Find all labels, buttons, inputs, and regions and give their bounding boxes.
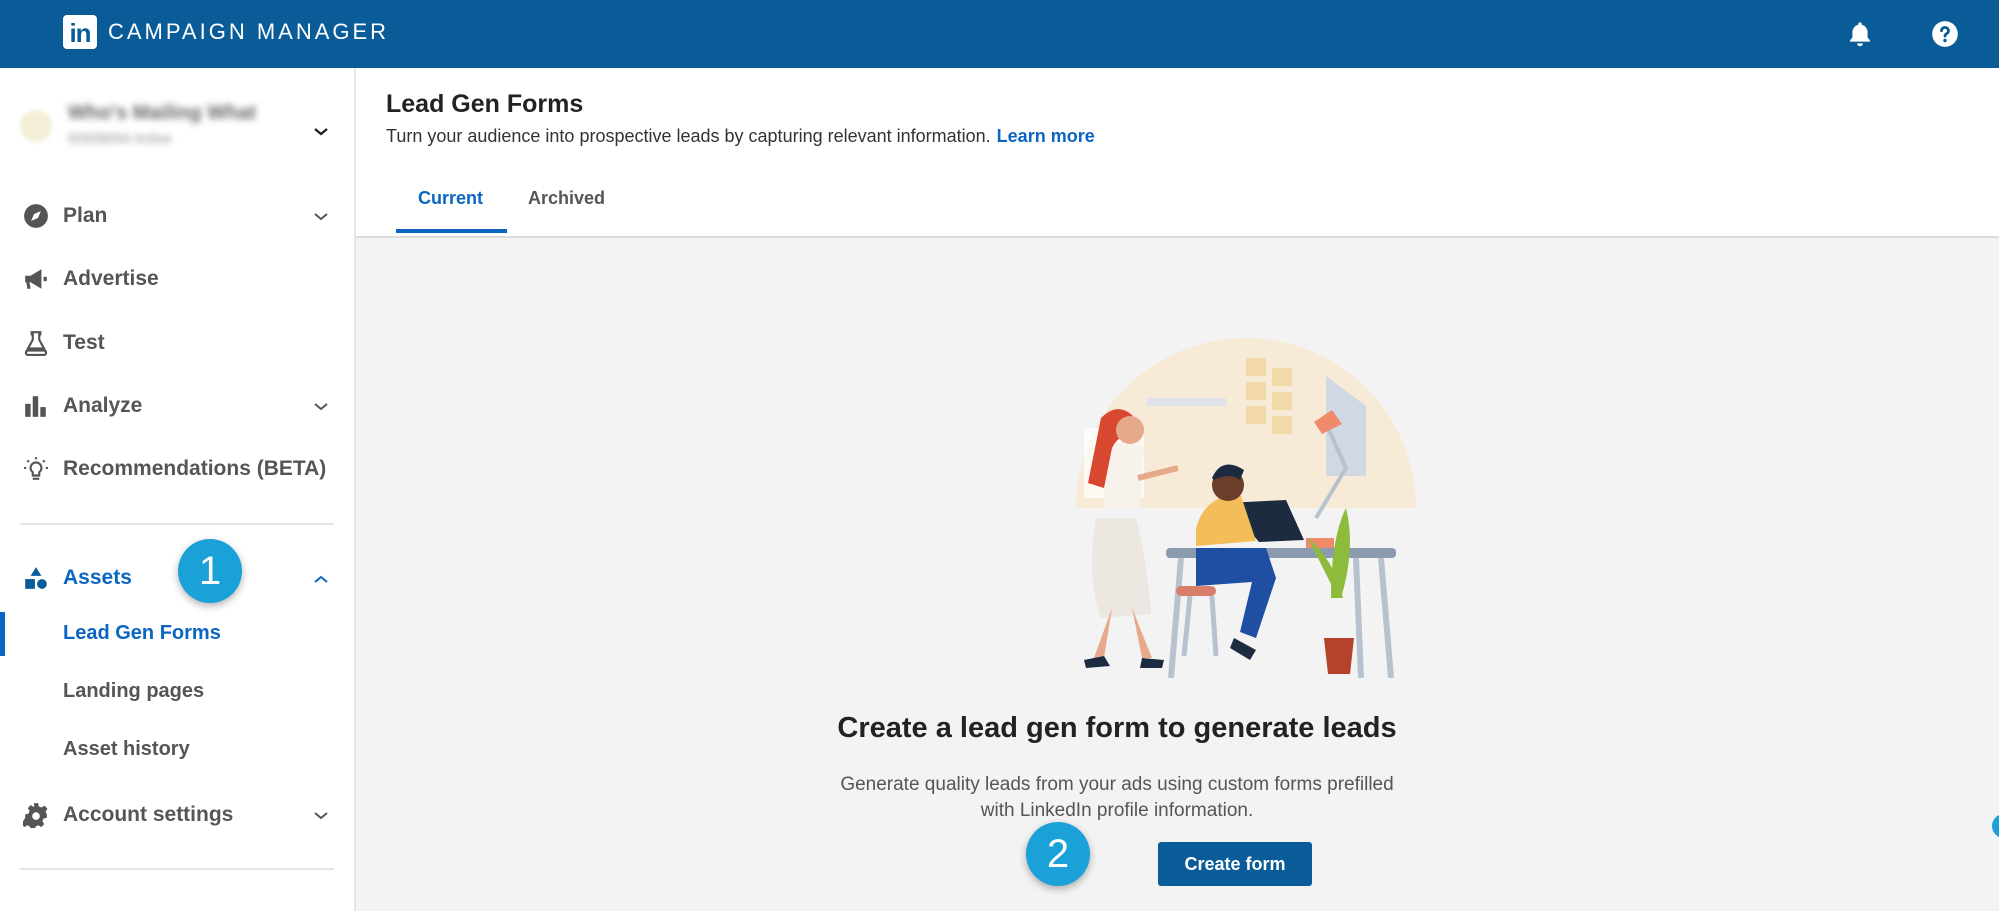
sidebar-item-label: Test <box>63 331 105 354</box>
bar-chart-icon <box>22 392 50 420</box>
page-title: Lead Gen Forms <box>386 90 584 118</box>
page-header: Lead Gen Forms Turn your audience into p… <box>356 68 1999 238</box>
tab-current[interactable]: Current <box>418 188 483 209</box>
step-badge-1: 1 <box>178 539 242 603</box>
bell-icon[interactable] <box>1840 14 1880 54</box>
chevron-down-icon[interactable] <box>314 400 328 414</box>
sidebar-item-test[interactable]: Test <box>0 323 352 363</box>
empty-state-panel: Create a lead gen form to generate leads… <box>356 238 1999 911</box>
empty-state-title: Create a lead gen form to generate leads <box>837 712 1397 744</box>
sidebar-item-label: Plan <box>63 204 108 227</box>
page-subtitle-text: Turn your audience into prospective lead… <box>386 126 991 146</box>
megaphone-icon <box>22 265 50 293</box>
step-badge-2: 2 <box>1026 822 1090 886</box>
gear-icon <box>22 801 50 829</box>
chevron-down-icon[interactable] <box>314 125 328 139</box>
help-icon[interactable] <box>1925 14 1965 54</box>
sidebar-divider <box>20 523 334 525</box>
app-title: CAMPAIGN MANAGER <box>108 19 390 44</box>
flask-icon <box>22 329 50 357</box>
shapes-icon <box>22 564 50 592</box>
sidebar-subitem-landing-pages[interactable]: Landing pages <box>0 670 352 714</box>
account-subtitle: 50939054 Active <box>68 130 172 146</box>
people-at-desk-illustration <box>1076 338 1416 678</box>
chat-bubble-icon[interactable] <box>1992 814 1999 838</box>
account-name: Who's Mailing What <box>68 102 257 124</box>
sidebar-item-advertise[interactable]: Advertise <box>0 259 352 299</box>
page-subtitle: Turn your audience into prospective lead… <box>386 126 1095 147</box>
sidebar-subitem-label: Lead Gen Forms <box>63 622 221 644</box>
sidebar: Who's Mailing What 50939054 Active Plan … <box>0 68 356 911</box>
chevron-down-icon[interactable] <box>314 809 328 823</box>
sidebar-item-label: Advertise <box>63 267 159 290</box>
compass-icon <box>22 202 50 230</box>
tab-archived[interactable]: Archived <box>528 188 605 209</box>
sidebar-item-account-settings[interactable]: Account settings <box>0 795 352 835</box>
chevron-up-icon[interactable] <box>314 572 328 586</box>
sidebar-item-assets[interactable]: Assets <box>0 558 352 598</box>
sidebar-item-analyze[interactable]: Analyze <box>0 386 352 426</box>
lightbulb-icon <box>22 455 50 483</box>
sidebar-subitem-asset-history[interactable]: Asset history <box>0 728 352 772</box>
sidebar-item-label: Assets <box>63 566 132 589</box>
sidebar-subitem-lead-gen-forms[interactable]: Lead Gen Forms <box>0 612 352 656</box>
empty-state-description: Generate quality leads from your ads usi… <box>840 774 1394 821</box>
chevron-down-icon[interactable] <box>314 210 328 224</box>
main-content: Lead Gen Forms Turn your audience into p… <box>356 68 1999 911</box>
sidebar-subitem-label: Landing pages <box>63 680 205 702</box>
sidebar-item-recommendations[interactable]: Recommendations (BETA) <box>0 449 352 489</box>
active-tab-indicator <box>396 229 507 233</box>
sidebar-item-label: Recommendations (BETA) <box>63 457 327 480</box>
create-form-button[interactable]: Create form <box>1158 842 1312 886</box>
sidebar-divider <box>20 868 334 870</box>
account-avatar <box>20 110 52 142</box>
learn-more-link[interactable]: Learn more <box>997 126 1095 146</box>
account-selector[interactable]: Who's Mailing What 50939054 Active <box>20 98 290 154</box>
sidebar-item-label: Account settings <box>63 803 234 826</box>
linkedin-logo[interactable]: in <box>63 15 97 49</box>
sidebar-item-plan[interactable]: Plan <box>0 196 352 236</box>
sidebar-item-label: Analyze <box>63 394 143 417</box>
top-bar: in CAMPAIGN MANAGER <box>0 0 1999 68</box>
sidebar-subitem-label: Asset history <box>63 738 190 760</box>
